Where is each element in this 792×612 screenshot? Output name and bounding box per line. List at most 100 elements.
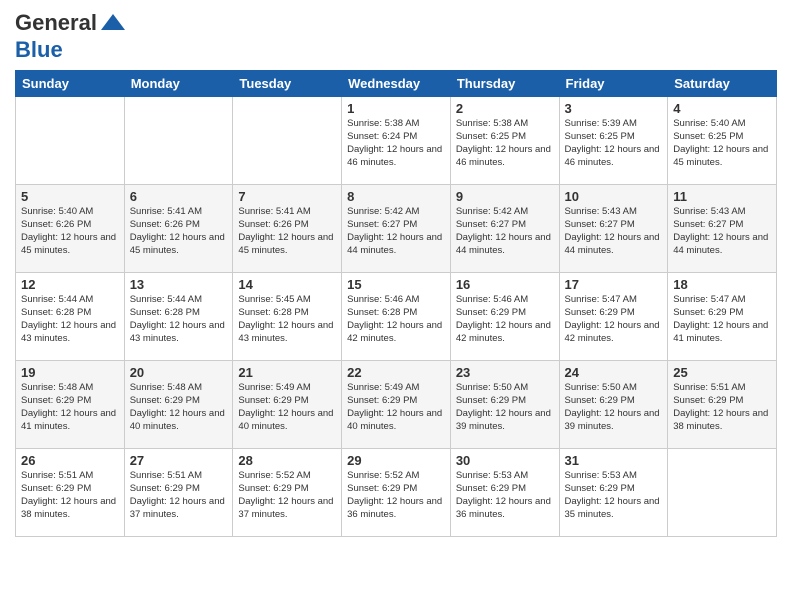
day-info: Sunrise: 5:43 AM Sunset: 6:27 PM Dayligh… bbox=[673, 206, 771, 257]
day-number: 9 bbox=[456, 189, 554, 204]
day-number: 25 bbox=[673, 365, 771, 380]
day-number: 12 bbox=[21, 277, 119, 292]
day-number: 31 bbox=[565, 453, 663, 468]
day-cell: 7 Sunrise: 5:41 AM Sunset: 6:26 PM Dayli… bbox=[233, 185, 342, 273]
day-number: 7 bbox=[238, 189, 336, 204]
day-info: Sunrise: 5:43 AM Sunset: 6:27 PM Dayligh… bbox=[565, 206, 663, 257]
day-number: 23 bbox=[456, 365, 554, 380]
day-info: Sunrise: 5:48 AM Sunset: 6:29 PM Dayligh… bbox=[21, 382, 119, 433]
day-number: 8 bbox=[347, 189, 445, 204]
day-cell: 16 Sunrise: 5:46 AM Sunset: 6:29 PM Dayl… bbox=[450, 273, 559, 361]
day-cell bbox=[668, 449, 777, 537]
page-container: General Blue SundayMondayTuesdayWednesda… bbox=[0, 0, 792, 547]
day-number: 22 bbox=[347, 365, 445, 380]
logo-blue: Blue bbox=[15, 37, 63, 62]
day-info: Sunrise: 5:38 AM Sunset: 6:24 PM Dayligh… bbox=[347, 118, 445, 169]
logo-icon bbox=[99, 10, 127, 38]
day-number: 20 bbox=[130, 365, 228, 380]
page-header: General Blue bbox=[15, 10, 777, 62]
day-info: Sunrise: 5:53 AM Sunset: 6:29 PM Dayligh… bbox=[565, 470, 663, 521]
day-info: Sunrise: 5:42 AM Sunset: 6:27 PM Dayligh… bbox=[456, 206, 554, 257]
week-row-3: 12 Sunrise: 5:44 AM Sunset: 6:28 PM Dayl… bbox=[16, 273, 777, 361]
day-info: Sunrise: 5:40 AM Sunset: 6:26 PM Dayligh… bbox=[21, 206, 119, 257]
day-info: Sunrise: 5:46 AM Sunset: 6:29 PM Dayligh… bbox=[456, 294, 554, 345]
week-row-4: 19 Sunrise: 5:48 AM Sunset: 6:29 PM Dayl… bbox=[16, 361, 777, 449]
day-cell: 10 Sunrise: 5:43 AM Sunset: 6:27 PM Dayl… bbox=[559, 185, 668, 273]
day-info: Sunrise: 5:44 AM Sunset: 6:28 PM Dayligh… bbox=[130, 294, 228, 345]
day-info: Sunrise: 5:47 AM Sunset: 6:29 PM Dayligh… bbox=[673, 294, 771, 345]
day-info: Sunrise: 5:48 AM Sunset: 6:29 PM Dayligh… bbox=[130, 382, 228, 433]
day-info: Sunrise: 5:39 AM Sunset: 6:25 PM Dayligh… bbox=[565, 118, 663, 169]
day-info: Sunrise: 5:44 AM Sunset: 6:28 PM Dayligh… bbox=[21, 294, 119, 345]
day-number: 29 bbox=[347, 453, 445, 468]
day-cell bbox=[233, 97, 342, 185]
day-number: 28 bbox=[238, 453, 336, 468]
day-cell: 29 Sunrise: 5:52 AM Sunset: 6:29 PM Dayl… bbox=[342, 449, 451, 537]
day-info: Sunrise: 5:52 AM Sunset: 6:29 PM Dayligh… bbox=[347, 470, 445, 521]
day-info: Sunrise: 5:49 AM Sunset: 6:29 PM Dayligh… bbox=[347, 382, 445, 433]
day-cell: 13 Sunrise: 5:44 AM Sunset: 6:28 PM Dayl… bbox=[124, 273, 233, 361]
week-row-5: 26 Sunrise: 5:51 AM Sunset: 6:29 PM Dayl… bbox=[16, 449, 777, 537]
day-cell bbox=[124, 97, 233, 185]
day-cell: 27 Sunrise: 5:51 AM Sunset: 6:29 PM Dayl… bbox=[124, 449, 233, 537]
day-cell: 8 Sunrise: 5:42 AM Sunset: 6:27 PM Dayli… bbox=[342, 185, 451, 273]
weekday-header-row: SundayMondayTuesdayWednesdayThursdayFrid… bbox=[16, 71, 777, 97]
day-cell: 30 Sunrise: 5:53 AM Sunset: 6:29 PM Dayl… bbox=[450, 449, 559, 537]
weekday-wednesday: Wednesday bbox=[342, 71, 451, 97]
day-info: Sunrise: 5:51 AM Sunset: 6:29 PM Dayligh… bbox=[673, 382, 771, 433]
day-info: Sunrise: 5:47 AM Sunset: 6:29 PM Dayligh… bbox=[565, 294, 663, 345]
day-cell: 25 Sunrise: 5:51 AM Sunset: 6:29 PM Dayl… bbox=[668, 361, 777, 449]
calendar-table: SundayMondayTuesdayWednesdayThursdayFrid… bbox=[15, 70, 777, 537]
day-number: 13 bbox=[130, 277, 228, 292]
day-cell: 28 Sunrise: 5:52 AM Sunset: 6:29 PM Dayl… bbox=[233, 449, 342, 537]
weekday-saturday: Saturday bbox=[668, 71, 777, 97]
day-cell: 9 Sunrise: 5:42 AM Sunset: 6:27 PM Dayli… bbox=[450, 185, 559, 273]
day-number: 17 bbox=[565, 277, 663, 292]
day-cell: 2 Sunrise: 5:38 AM Sunset: 6:25 PM Dayli… bbox=[450, 97, 559, 185]
day-info: Sunrise: 5:38 AM Sunset: 6:25 PM Dayligh… bbox=[456, 118, 554, 169]
day-cell: 15 Sunrise: 5:46 AM Sunset: 6:28 PM Dayl… bbox=[342, 273, 451, 361]
day-number: 6 bbox=[130, 189, 228, 204]
day-cell: 24 Sunrise: 5:50 AM Sunset: 6:29 PM Dayl… bbox=[559, 361, 668, 449]
day-cell: 17 Sunrise: 5:47 AM Sunset: 6:29 PM Dayl… bbox=[559, 273, 668, 361]
day-info: Sunrise: 5:49 AM Sunset: 6:29 PM Dayligh… bbox=[238, 382, 336, 433]
logo-general: General bbox=[15, 10, 97, 35]
day-cell: 23 Sunrise: 5:50 AM Sunset: 6:29 PM Dayl… bbox=[450, 361, 559, 449]
day-cell: 19 Sunrise: 5:48 AM Sunset: 6:29 PM Dayl… bbox=[16, 361, 125, 449]
day-info: Sunrise: 5:50 AM Sunset: 6:29 PM Dayligh… bbox=[456, 382, 554, 433]
weekday-monday: Monday bbox=[124, 71, 233, 97]
day-cell: 18 Sunrise: 5:47 AM Sunset: 6:29 PM Dayl… bbox=[668, 273, 777, 361]
day-number: 18 bbox=[673, 277, 771, 292]
day-cell: 22 Sunrise: 5:49 AM Sunset: 6:29 PM Dayl… bbox=[342, 361, 451, 449]
day-info: Sunrise: 5:53 AM Sunset: 6:29 PM Dayligh… bbox=[456, 470, 554, 521]
weekday-tuesday: Tuesday bbox=[233, 71, 342, 97]
day-number: 16 bbox=[456, 277, 554, 292]
day-info: Sunrise: 5:45 AM Sunset: 6:28 PM Dayligh… bbox=[238, 294, 336, 345]
day-cell bbox=[16, 97, 125, 185]
day-cell: 5 Sunrise: 5:40 AM Sunset: 6:26 PM Dayli… bbox=[16, 185, 125, 273]
day-number: 4 bbox=[673, 101, 771, 116]
day-number: 24 bbox=[565, 365, 663, 380]
day-info: Sunrise: 5:50 AM Sunset: 6:29 PM Dayligh… bbox=[565, 382, 663, 433]
day-info: Sunrise: 5:52 AM Sunset: 6:29 PM Dayligh… bbox=[238, 470, 336, 521]
day-number: 2 bbox=[456, 101, 554, 116]
week-row-2: 5 Sunrise: 5:40 AM Sunset: 6:26 PM Dayli… bbox=[16, 185, 777, 273]
day-info: Sunrise: 5:51 AM Sunset: 6:29 PM Dayligh… bbox=[130, 470, 228, 521]
day-cell: 6 Sunrise: 5:41 AM Sunset: 6:26 PM Dayli… bbox=[124, 185, 233, 273]
week-row-1: 1 Sunrise: 5:38 AM Sunset: 6:24 PM Dayli… bbox=[16, 97, 777, 185]
day-cell: 26 Sunrise: 5:51 AM Sunset: 6:29 PM Dayl… bbox=[16, 449, 125, 537]
day-info: Sunrise: 5:40 AM Sunset: 6:25 PM Dayligh… bbox=[673, 118, 771, 169]
day-number: 14 bbox=[238, 277, 336, 292]
day-number: 27 bbox=[130, 453, 228, 468]
weekday-friday: Friday bbox=[559, 71, 668, 97]
day-number: 26 bbox=[21, 453, 119, 468]
weekday-sunday: Sunday bbox=[16, 71, 125, 97]
day-info: Sunrise: 5:41 AM Sunset: 6:26 PM Dayligh… bbox=[130, 206, 228, 257]
day-info: Sunrise: 5:41 AM Sunset: 6:26 PM Dayligh… bbox=[238, 206, 336, 257]
day-cell: 20 Sunrise: 5:48 AM Sunset: 6:29 PM Dayl… bbox=[124, 361, 233, 449]
day-info: Sunrise: 5:51 AM Sunset: 6:29 PM Dayligh… bbox=[21, 470, 119, 521]
day-cell: 14 Sunrise: 5:45 AM Sunset: 6:28 PM Dayl… bbox=[233, 273, 342, 361]
day-info: Sunrise: 5:42 AM Sunset: 6:27 PM Dayligh… bbox=[347, 206, 445, 257]
calendar-body: 1 Sunrise: 5:38 AM Sunset: 6:24 PM Dayli… bbox=[16, 97, 777, 537]
day-cell: 3 Sunrise: 5:39 AM Sunset: 6:25 PM Dayli… bbox=[559, 97, 668, 185]
